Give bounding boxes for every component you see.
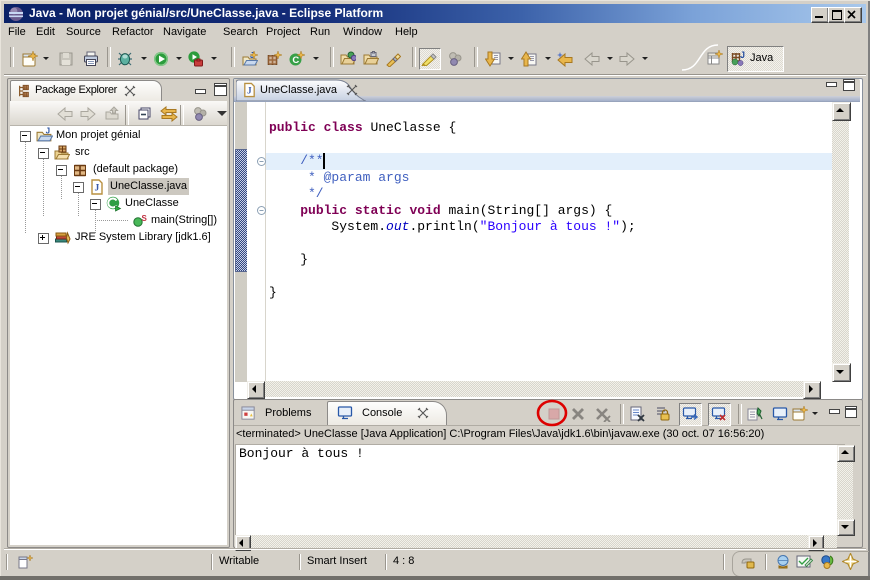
svg-text:S: S xyxy=(142,214,148,223)
svg-text:J: J xyxy=(95,184,100,194)
svg-text:C: C xyxy=(292,55,299,66)
svg-text:J: J xyxy=(46,127,50,135)
svg-text:J: J xyxy=(740,50,745,60)
svg-text:J: J xyxy=(247,85,252,95)
